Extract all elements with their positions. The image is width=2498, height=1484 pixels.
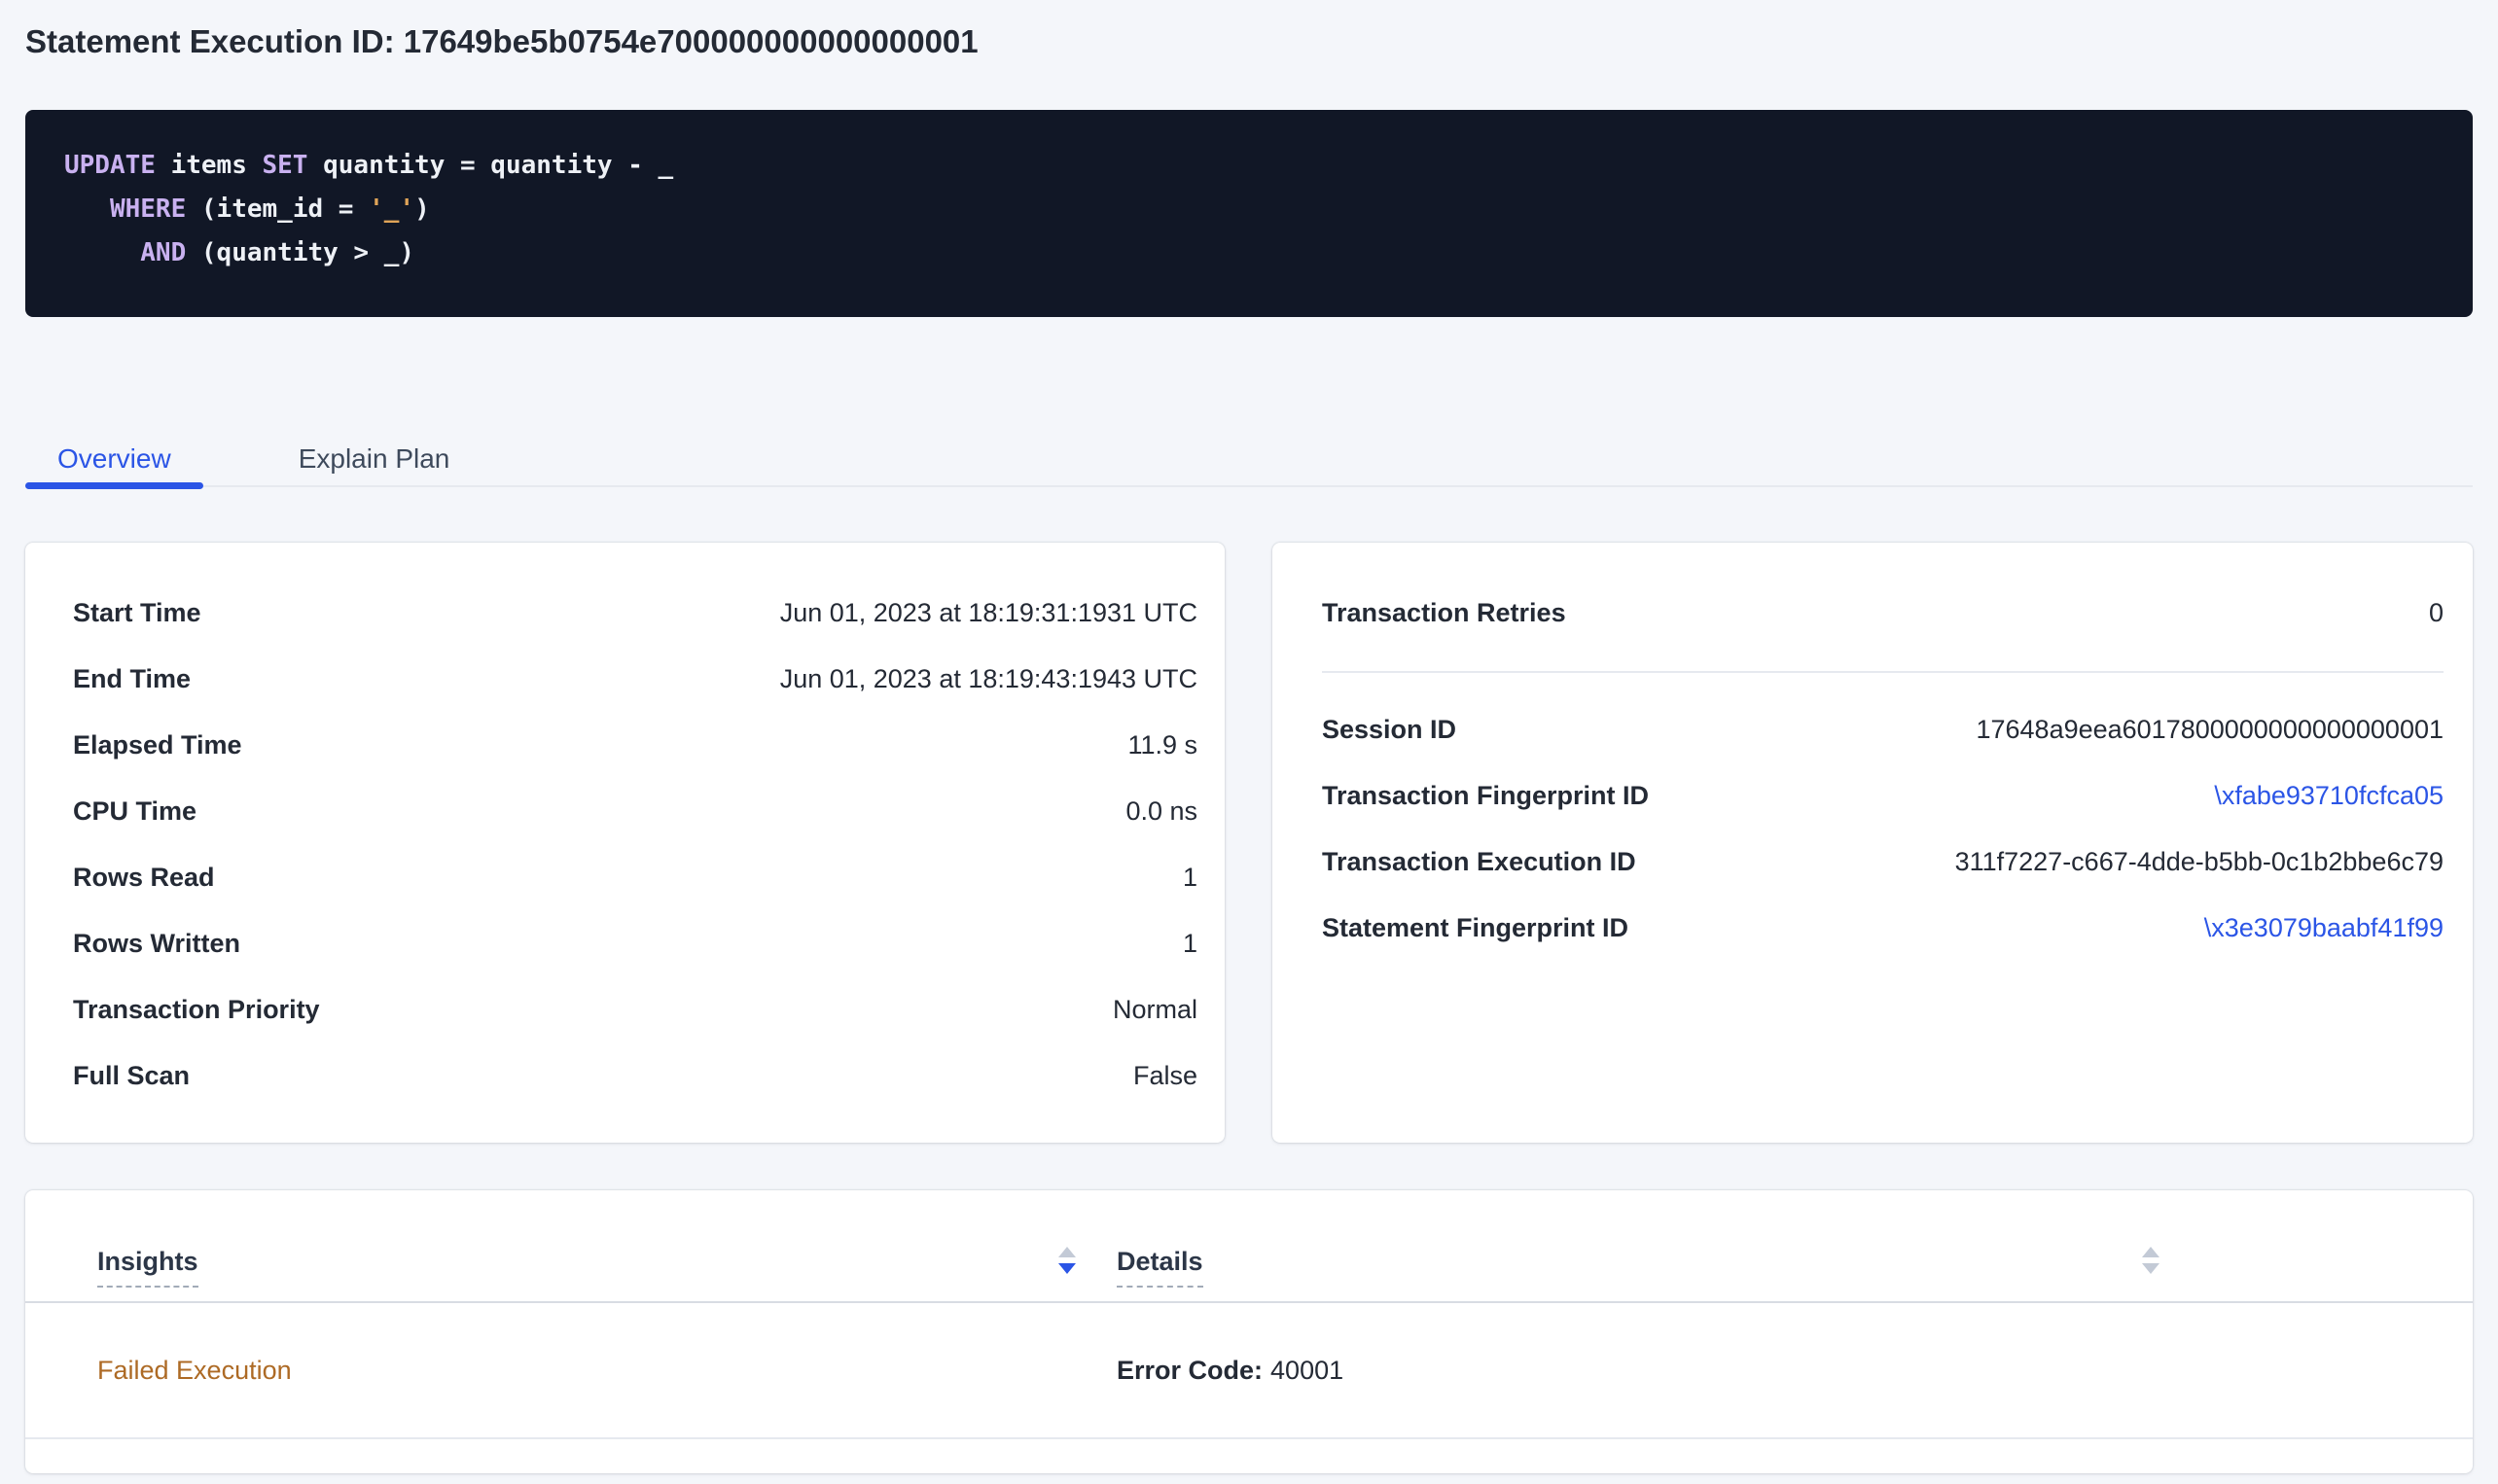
sql-text: items — [156, 151, 263, 180]
stat-label: Transaction Priority — [73, 995, 320, 1025]
stat-value: 1 — [1183, 863, 1197, 893]
sql-code: UPDATE items SET quantity = quantity - _… — [64, 144, 2434, 275]
stat-row: Transaction Priority Normal — [73, 976, 1197, 1042]
insight-cell: Failed Execution — [97, 1356, 1117, 1386]
overview-card: Start Time Jun 01, 2023 at 18:19:31:1931 … — [25, 543, 1225, 1143]
sql-text — [64, 238, 140, 267]
insights-table-card: Insights Details Failed Execution Error … — [25, 1190, 2473, 1473]
sql-line: WHERE (item_id = '_') — [64, 188, 2434, 231]
stat-row: Transaction Retries 0 — [1322, 580, 2444, 646]
triangle-down-icon — [1058, 1263, 1076, 1274]
tab-overview[interactable]: Overview — [25, 433, 203, 485]
summary-cards: Start Time Jun 01, 2023 at 18:19:31:1931 … — [25, 543, 2473, 1143]
tab-explain-plan[interactable]: Explain Plan — [267, 433, 482, 485]
stat-value: 17648a9eea6017800000000000000001 — [1976, 715, 2444, 745]
transaction-card: Transaction Retries 0 Session ID 17648a9ee… — [1272, 543, 2473, 1143]
stat-value: False — [1133, 1061, 1197, 1091]
stat-value-link[interactable]: \x3e3079baabf41f99 — [2204, 913, 2444, 943]
sql-keyword: SET — [263, 151, 308, 180]
stat-row: CPU Time 0.0 ns — [73, 778, 1197, 844]
transaction-retries-row-wrap: Transaction Retries 0 — [1322, 580, 2444, 646]
stat-row: Full Scan False — [73, 1042, 1197, 1109]
stat-row: Rows Written 1 — [73, 910, 1197, 976]
stat-value-link[interactable]: \xfabe93710fcfca05 — [2214, 781, 2444, 811]
sql-text — [64, 194, 110, 224]
stat-label: Statement Fingerprint ID — [1322, 913, 1628, 943]
sql-keyword: UPDATE — [64, 151, 156, 180]
stat-value: 11.9 s — [1127, 730, 1197, 760]
stat-row: Statement Fingerprint ID \x3e3079baabf41f… — [1322, 895, 2444, 961]
stat-value: Normal — [1113, 995, 1197, 1025]
stat-label: Full Scan — [73, 1061, 190, 1091]
stat-row: Transaction Fingerprint ID \xfabe93710fcf… — [1322, 762, 2444, 829]
details-column-label[interactable]: Details — [1117, 1247, 1203, 1288]
stat-row: Start Time Jun 01, 2023 at 18:19:31:1931 … — [73, 580, 1197, 646]
details-column-header: Details — [1117, 1247, 2159, 1288]
stat-row: End Time Jun 01, 2023 at 18:19:43:1943 UT… — [73, 646, 1197, 712]
triangle-up-icon — [2142, 1247, 2159, 1257]
tab-bar: Overview Explain Plan — [25, 433, 2473, 487]
stat-label: Start Time — [73, 598, 201, 628]
stat-label: Transaction Fingerprint ID — [1322, 781, 1649, 811]
stat-label: End Time — [73, 664, 191, 694]
stat-label: Session ID — [1322, 715, 1456, 745]
triangle-down-icon — [2142, 1263, 2159, 1274]
page-title: Statement Execution ID: 17649be5b0754e70… — [25, 21, 2473, 61]
sql-keyword: AND — [140, 238, 186, 267]
sql-keyword: WHERE — [110, 194, 186, 224]
stat-value: 0 — [2429, 598, 2444, 628]
stat-row: Rows Read 1 — [73, 844, 1197, 910]
stat-value: 1 — [1183, 929, 1197, 959]
insight-failed-execution-label: Failed Execution — [97, 1356, 292, 1385]
sql-statement-box: UPDATE items SET quantity = quantity - _… — [25, 110, 2473, 317]
error-code-value: 40001 — [1270, 1356, 1343, 1385]
transaction-card-rows: Session ID 17648a9eea60178000000000000000… — [1322, 696, 2444, 961]
sort-icon-details[interactable] — [2142, 1247, 2159, 1274]
stat-value: 0.0 ns — [1125, 796, 1197, 827]
stat-label: CPU Time — [73, 796, 196, 827]
sort-icon-insights[interactable] — [1058, 1247, 1076, 1274]
sql-text: ) — [414, 194, 430, 224]
stat-row: Session ID 17648a9eea60178000000000000000… — [1322, 696, 2444, 762]
details-cell: Error Code:40001 — [1117, 1356, 2159, 1386]
stat-value: Jun 01, 2023 at 18:19:31:1931 UTC — [780, 598, 1197, 628]
stat-value: 311f7227-c667-4dde-b5bb-0c1b2bbe6c79 — [1955, 847, 2444, 877]
insights-table-row: Failed Execution Error Code:40001 — [25, 1303, 2473, 1439]
card-divider — [1322, 671, 2444, 673]
insights-column-label[interactable]: Insights — [97, 1247, 198, 1288]
stat-value: Jun 01, 2023 at 18:19:43:1943 UTC — [780, 664, 1197, 694]
insights-table-header: Insights Details — [25, 1190, 2473, 1303]
sql-string: '_' — [369, 194, 414, 224]
sql-text: quantity = quantity - _ — [307, 151, 673, 180]
stat-label: Elapsed Time — [73, 730, 242, 760]
stat-row: Elapsed Time 11.9 s — [73, 712, 1197, 778]
triangle-up-icon — [1058, 1247, 1076, 1257]
insights-column-header: Insights — [97, 1247, 1117, 1288]
stat-row: Transaction Execution ID 311f7227-c667-4d… — [1322, 829, 2444, 895]
overview-card-rows: Start Time Jun 01, 2023 at 18:19:31:1931 … — [73, 580, 1197, 1109]
stat-label: Transaction Execution ID — [1322, 847, 1636, 877]
stat-label: Rows Written — [73, 929, 240, 959]
stat-label: Transaction Retries — [1322, 598, 1566, 628]
stat-label: Rows Read — [73, 863, 215, 893]
sql-line: UPDATE items SET quantity = quantity - _ — [64, 144, 2434, 188]
sql-line: AND (quantity > _) — [64, 231, 2434, 275]
error-code-label: Error Code: — [1117, 1356, 1263, 1385]
sql-text: (item_id = — [186, 194, 369, 224]
sql-text: (quantity > _) — [186, 238, 414, 267]
